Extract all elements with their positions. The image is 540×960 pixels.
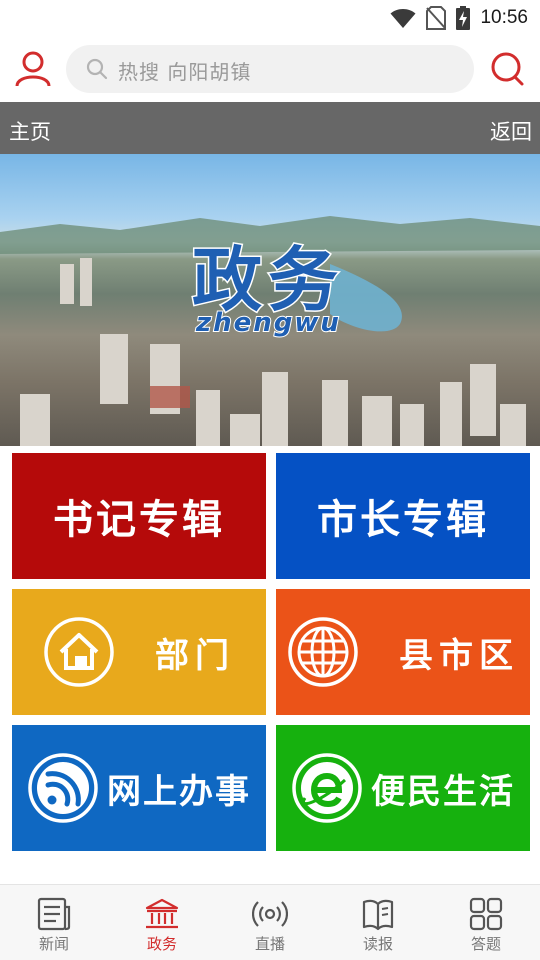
banner-image: 政务 zhengwu: [0, 154, 540, 446]
government-building-icon: [145, 898, 179, 929]
book-icon: [362, 899, 394, 931]
nav-label: 答题: [470, 935, 501, 953]
rss-icon: [28, 753, 98, 823]
search-button-icon[interactable]: [488, 50, 526, 88]
bottom-nav: 新闻 政务 直播 读报 答题: [0, 884, 540, 960]
banner-subtitle: zhengwu: [195, 307, 341, 339]
nav-item-government[interactable]: 政务: [108, 885, 216, 960]
newspaper-icon: [37, 897, 71, 931]
search-input[interactable]: 热搜 向阳胡镇: [66, 45, 474, 93]
search-placeholder: 热搜 向阳胡镇: [118, 60, 252, 84]
tile-label: 县市区: [399, 635, 519, 676]
nav-item-quiz[interactable]: 答题: [432, 885, 540, 960]
tile-label: 书记专辑: [53, 497, 225, 543]
tile-label: 市长专辑: [317, 497, 489, 543]
user-icon[interactable]: [14, 50, 52, 88]
tile-departments[interactable]: 部门: [12, 589, 266, 715]
search-icon: [86, 58, 108, 80]
tile-convenience-life[interactable]: 便民生活: [276, 725, 530, 851]
nav-item-live[interactable]: 直播: [216, 885, 324, 960]
battery-charging-icon: [456, 6, 471, 30]
nav-item-news[interactable]: 新闻: [0, 885, 108, 960]
nav-label: 直播: [254, 935, 285, 953]
nav-label: 政务: [146, 935, 177, 953]
tile-secretary-album[interactable]: 书记专辑: [12, 453, 266, 579]
nav-strip: 主页 返回: [0, 102, 540, 154]
globe-icon: [288, 617, 358, 687]
tile-counties[interactable]: 县市区: [276, 589, 530, 715]
back-button[interactable]: 返回: [490, 116, 532, 146]
tile-label: 网上办事: [107, 771, 251, 812]
status-time: 10:56: [480, 7, 528, 28]
top-bar: 热搜 向阳胡镇: [0, 36, 540, 102]
broadcast-icon: [252, 901, 288, 927]
wifi-icon: [390, 9, 416, 28]
nav-label: 读报: [362, 935, 393, 953]
nav-item-read-paper[interactable]: 读报: [324, 885, 432, 960]
home-icon: [44, 617, 114, 687]
status-icons: 10:56: [390, 5, 528, 31]
tile-mayor-album[interactable]: 市长专辑: [276, 453, 530, 579]
grid-icon: [469, 897, 503, 931]
tile-label: 便民生活: [371, 771, 515, 812]
tile-label: 部门: [155, 635, 235, 676]
no-sim-icon: [426, 6, 447, 30]
status-bar: 10:56: [0, 0, 540, 36]
tile-online-services[interactable]: 网上办事: [12, 725, 266, 851]
ie-browser-icon: [292, 753, 362, 823]
page-title: 主页: [9, 120, 51, 144]
nav-label: 新闻: [38, 935, 69, 953]
